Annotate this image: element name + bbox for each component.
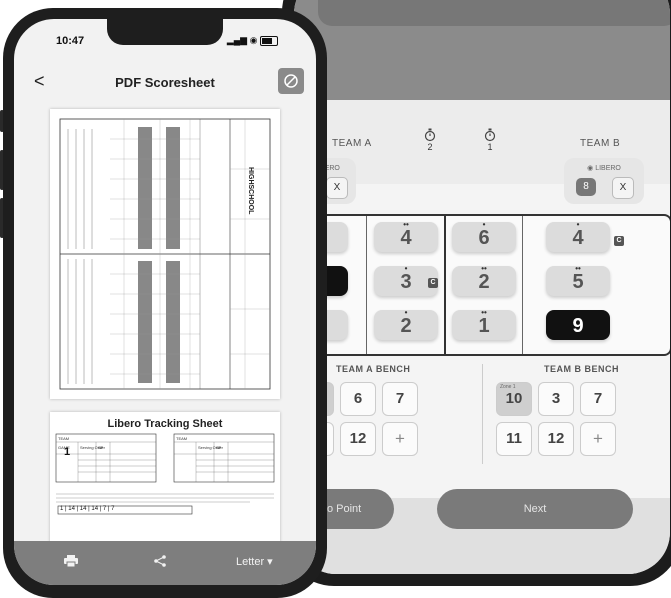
signal-icon: ▂▄▆ [226, 35, 248, 45]
share-button[interactable] [154, 555, 166, 570]
player-tile-b-pos4[interactable]: •• 1 [452, 309, 516, 340]
pdf-screen: 10:47 ▂▄▆ ◉ < PDF Scoresheet HIGHSCHOOL … [14, 19, 316, 585]
player-tile-a-pos4[interactable]: •• 4 [374, 221, 438, 252]
team-b-timeout[interactable]: 1 [480, 128, 500, 152]
scoresheet-heading: HIGHSCHOOL [247, 167, 254, 215]
team-b-label: TEAM B [580, 138, 621, 149]
team-a-label-small: TEAM [58, 436, 70, 441]
phone-notch [107, 19, 223, 45]
libero-icon: ◉ [587, 165, 594, 172]
scoresheet-page: HIGHSCHOOL [50, 109, 280, 399]
court-line [522, 216, 523, 354]
bench-player-b[interactable]: Zone 1 10 [496, 382, 532, 416]
team-b-libero-clear-button[interactable]: X [612, 177, 634, 199]
stopwatch-icon [484, 128, 496, 142]
captain-badge: C [614, 236, 624, 246]
add-player-b-button[interactable]: + [580, 422, 616, 456]
player-tile-b-pos5-server[interactable]: 9 [546, 310, 610, 340]
status-time: 10:47 [56, 35, 85, 47]
sp-label: SP [216, 445, 222, 450]
bench-divider [482, 364, 483, 464]
team-a-timeout[interactable]: 2 [420, 128, 440, 152]
scoring-screen: TEAM A 2 1 TEAM B ◉ LIBERO 0 X ◉ LIBERO … [294, 0, 670, 574]
page-title: PDF Scoresheet [115, 75, 215, 90]
share-icon [154, 555, 166, 567]
top-panel [294, 0, 670, 100]
team-a-timeouts-count: 2 [427, 142, 433, 152]
bench-player-a[interactable]: 12 [340, 422, 376, 456]
pdf-toolbar: Letter ▾ [14, 541, 316, 585]
scoresheet-grid [59, 118, 271, 390]
libero-label: ◉ LIBERO [587, 165, 621, 172]
game-number: 1 [63, 446, 71, 458]
libero-entry-row: 1 | 14 | 14 | 14 | 7 | 7 [60, 506, 115, 512]
status-icons: ▂▄▆ ◉ [227, 35, 278, 46]
next-button[interactable]: Next [437, 489, 633, 529]
team-a-bench-title: TEAM A BENCH [336, 364, 411, 374]
team-b-bench-title: TEAM B BENCH [544, 364, 619, 374]
court-line [366, 216, 367, 354]
stopwatch-icon [424, 128, 436, 142]
team-b-libero-number[interactable]: 8 [576, 178, 596, 196]
battery-icon [260, 35, 278, 46]
bottom-action-area: Undo Point Next [294, 489, 670, 574]
player-tile-b-pos2[interactable]: • 6 [452, 221, 516, 252]
bench-player-a[interactable]: 7 [382, 382, 418, 416]
court: •5 11 •8 ••4 •3 C •2 •6 ••2 ••1 •4 C ••5… [294, 214, 670, 356]
player-tile-b-pos6[interactable]: •• 5 [546, 265, 610, 296]
sp-label: SP [98, 445, 104, 450]
player-tile-b-pos3[interactable]: •• 2 [452, 265, 516, 296]
bench-player-b[interactable]: 12 [538, 422, 574, 456]
net-line [444, 216, 446, 354]
wifi-icon: ◉ [249, 35, 258, 45]
top-panel-bar [318, 0, 670, 26]
player-tile-a-pos2[interactable]: • 2 [374, 309, 438, 340]
print-icon [64, 555, 78, 568]
team-a-label: TEAM A [332, 138, 372, 149]
paper-size-selector[interactable]: Letter ▾ [236, 555, 273, 568]
bench-player-b[interactable]: 3 [538, 382, 574, 416]
back-phone-frame: TEAM A 2 1 TEAM B ◉ LIBERO 0 X ◉ LIBERO … [282, 0, 671, 586]
team-b-label-small: TEAM [176, 436, 188, 441]
print-button[interactable] [64, 555, 78, 570]
markup-button[interactable] [278, 68, 304, 94]
bench-player-b[interactable]: 7 [580, 382, 616, 416]
front-phone-frame: 10:47 ▂▄▆ ◉ < PDF Scoresheet HIGHSCHOOL … [3, 8, 327, 598]
team-b-libero: ◉ LIBERO 8 X [564, 158, 644, 204]
player-tile-b-pos1[interactable]: • 4 [546, 221, 610, 252]
captain-badge: C [428, 278, 438, 288]
libero-grid [55, 433, 275, 515]
libero-tracking-page: Libero Tracking Sheet TEAM TEAM GAME Ser [50, 412, 280, 548]
bench-player-a[interactable]: 6 [340, 382, 376, 416]
team-b-timeouts-count: 1 [487, 142, 493, 152]
add-player-a-button[interactable]: + [382, 422, 418, 456]
bench-player-b[interactable]: 11 [496, 422, 532, 456]
team-a-libero-clear-button[interactable]: X [326, 177, 348, 199]
markup-icon [284, 74, 298, 88]
